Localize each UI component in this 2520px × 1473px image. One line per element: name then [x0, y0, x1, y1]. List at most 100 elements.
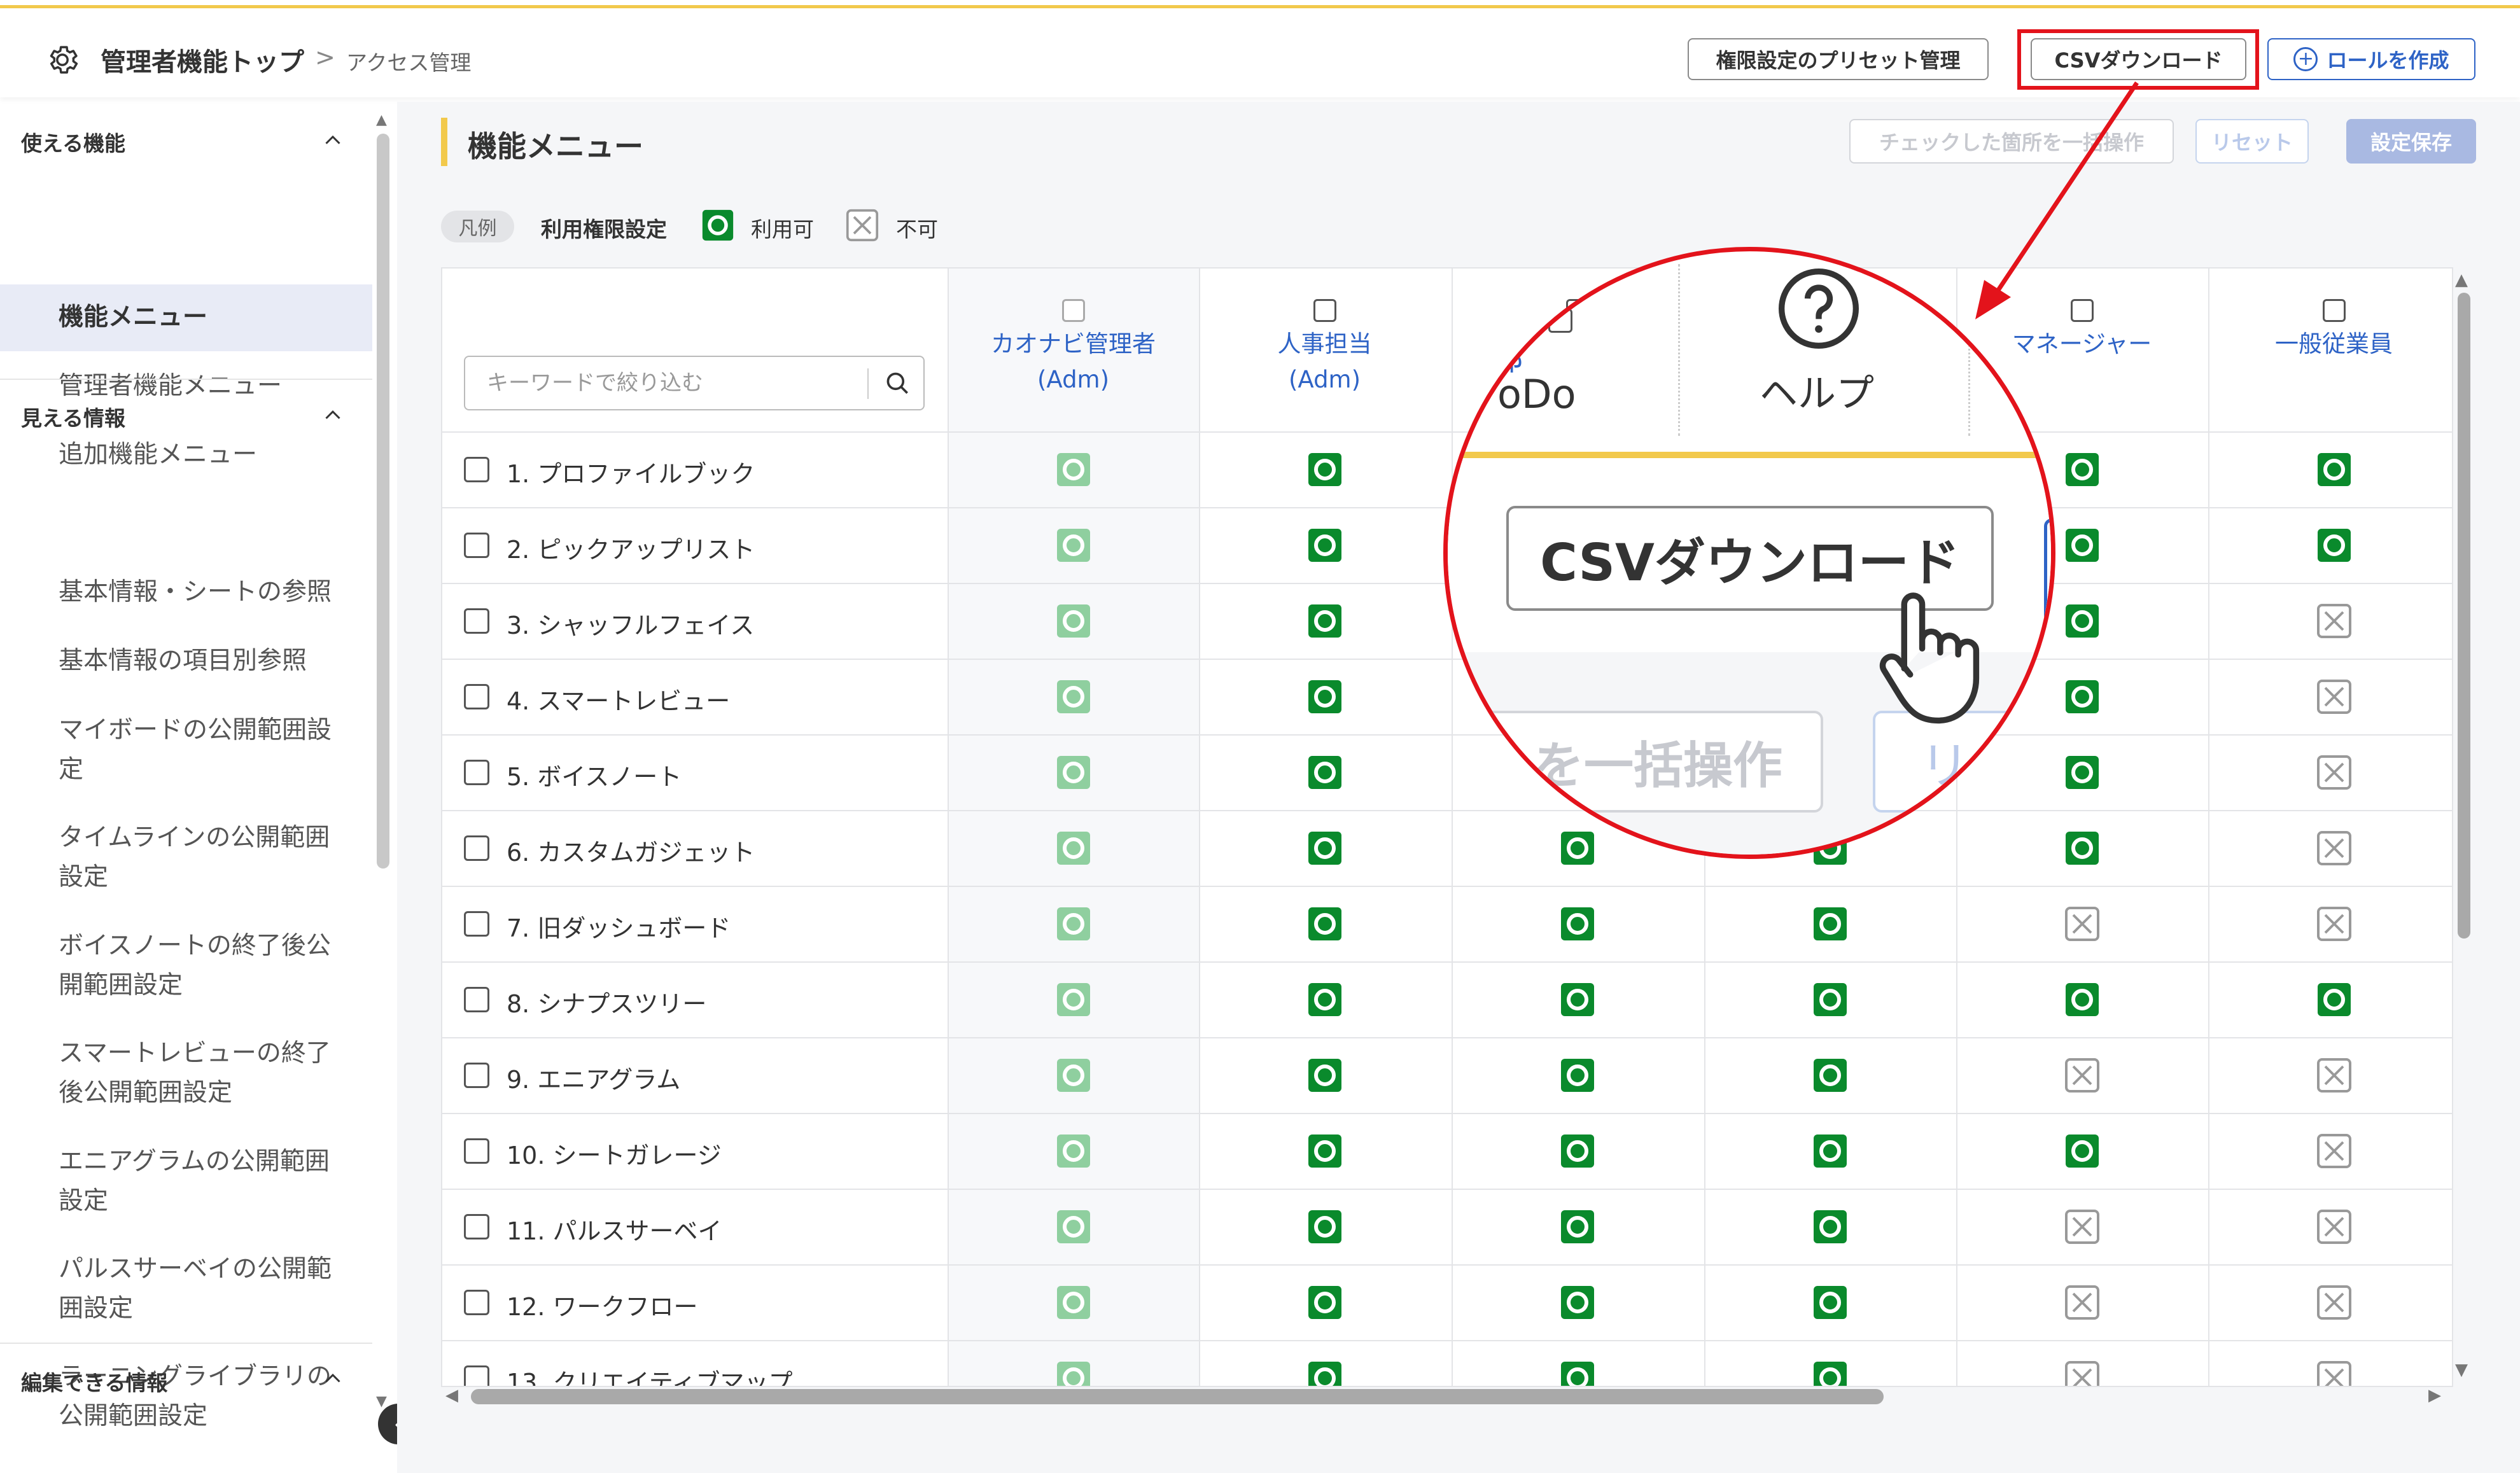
permission-ok-icon[interactable]: [1560, 1209, 1595, 1245]
sidebar-item-pulsesurvey[interactable]: パルスサーベイの公開範囲設定: [59, 1250, 351, 1329]
sidebar-item-function-menu[interactable]: 機能メニュー: [59, 298, 351, 337]
sidebar-item-basic-info[interactable]: 基本情報・シートの参照: [59, 573, 351, 612]
permission-ng-icon[interactable]: [2064, 1058, 2100, 1093]
table-scroll-right-icon[interactable]: ▶: [2428, 1386, 2441, 1405]
chevron-up-icon[interactable]: [321, 1367, 344, 1390]
column-select-checkbox[interactable]: [2070, 299, 2094, 322]
permission-ng-icon[interactable]: [2316, 1285, 2352, 1320]
permission-ok-icon[interactable]: [1560, 982, 1595, 1017]
permission-ok-icon[interactable]: [1307, 679, 1343, 715]
sidebar-scroll-up-icon[interactable]: ▲: [376, 112, 387, 128]
row-select-checkbox[interactable]: [464, 1063, 489, 1088]
row-select-checkbox[interactable]: [464, 760, 489, 785]
permission-ok-icon[interactable]: [1056, 830, 1091, 866]
table-horizontal-scrollbar[interactable]: [471, 1389, 1884, 1404]
sidebar-item-voicenote[interactable]: ボイスノートの終了後公開範囲設定: [59, 926, 351, 1005]
permission-ng-icon[interactable]: [2316, 830, 2352, 866]
sidebar-item-smartreview[interactable]: スマートレビューの終了後公開範囲設定: [59, 1034, 351, 1113]
permission-ok-icon[interactable]: [1812, 906, 1848, 942]
sidebar-item-admin-menu[interactable]: 管理者機能メニュー: [59, 367, 351, 406]
column-select-checkbox[interactable]: [2322, 299, 2346, 322]
permission-ok-icon[interactable]: [2316, 452, 2352, 487]
permission-ok-icon[interactable]: [1056, 1360, 1091, 1387]
permission-ng-icon[interactable]: [2316, 603, 2352, 639]
permission-ng-icon[interactable]: [2316, 755, 2352, 790]
column-header-name[interactable]: マネージャー: [1956, 327, 2208, 361]
permission-ok-icon[interactable]: [1056, 982, 1091, 1017]
permission-ng-icon[interactable]: [2316, 679, 2352, 715]
permission-ok-icon[interactable]: [1812, 1209, 1848, 1245]
permission-ok-icon[interactable]: [1056, 679, 1091, 715]
permission-ok-icon[interactable]: [1812, 1058, 1848, 1093]
permission-ok-icon[interactable]: [2316, 527, 2352, 563]
row-select-checkbox[interactable]: [464, 911, 489, 937]
gear-icon[interactable]: [45, 42, 80, 78]
sidebar-scrollbar[interactable]: [377, 134, 389, 869]
permission-ok-icon[interactable]: [1056, 755, 1091, 790]
permission-ok-icon[interactable]: [1307, 1285, 1343, 1320]
permission-ok-icon[interactable]: [1560, 906, 1595, 942]
table-scroll-left-icon[interactable]: ◀: [445, 1386, 458, 1405]
permission-ok-icon[interactable]: [1056, 527, 1091, 563]
permission-ok-icon[interactable]: [2064, 1133, 2100, 1169]
permission-ok-icon[interactable]: [2064, 982, 2100, 1017]
permission-ok-icon[interactable]: [1307, 1058, 1343, 1093]
row-select-checkbox[interactable]: [464, 1138, 489, 1164]
permission-ok-icon[interactable]: [1307, 1133, 1343, 1169]
chevron-up-icon[interactable]: [321, 404, 344, 427]
permission-ok-icon[interactable]: [2064, 452, 2100, 487]
permission-ok-icon[interactable]: [2064, 755, 2100, 790]
sidebar-section-title[interactable]: 編集できる情報: [21, 1366, 167, 1397]
sidebar-scroll-down-icon[interactable]: ▼: [376, 1393, 387, 1409]
permission-ok-icon[interactable]: [1560, 1285, 1595, 1320]
sidebar-item-field-ref[interactable]: 基本情報の項目別参照: [59, 641, 351, 681]
permission-ok-icon[interactable]: [2064, 679, 2100, 715]
permission-ng-icon[interactable]: [2064, 1209, 2100, 1245]
permission-ok-icon[interactable]: [1560, 1133, 1595, 1169]
permission-ok-icon[interactable]: [1307, 982, 1343, 1017]
row-select-checkbox[interactable]: [464, 533, 489, 558]
permission-ok-icon[interactable]: [1056, 1285, 1091, 1320]
permission-ok-icon[interactable]: [1307, 452, 1343, 487]
permission-ok-icon[interactable]: [1307, 1209, 1343, 1245]
sidebar-section-title[interactable]: 見える情報: [21, 401, 125, 432]
permission-ok-icon[interactable]: [1056, 1133, 1091, 1169]
row-select-checkbox[interactable]: [464, 684, 489, 709]
column-select-checkbox[interactable]: [1313, 299, 1336, 322]
permission-ok-icon[interactable]: [2316, 982, 2352, 1017]
permission-ok-icon[interactable]: [1307, 830, 1343, 866]
row-select-checkbox[interactable]: [464, 987, 489, 1012]
permission-ok-icon[interactable]: [2064, 830, 2100, 866]
create-role-button[interactable]: + ロールを作成: [2267, 38, 2475, 80]
column-header-name[interactable]: カオナビ管理者: [948, 327, 1199, 361]
chevron-up-icon[interactable]: [321, 129, 344, 152]
sidebar-section-title[interactable]: 使える機能: [21, 127, 125, 157]
permission-ok-icon[interactable]: [1056, 1209, 1091, 1245]
column-header-name[interactable]: 一般従業員: [2208, 327, 2452, 361]
permission-ok-icon[interactable]: [2064, 603, 2100, 639]
preset-management-button[interactable]: 権限設定のプリセット管理: [1688, 38, 1989, 80]
table-scroll-down-icon[interactable]: ▼: [2455, 1360, 2468, 1379]
permission-ng-icon[interactable]: [2064, 1285, 2100, 1320]
permission-ok-icon[interactable]: [1560, 1058, 1595, 1093]
reset-button[interactable]: リセット: [2195, 119, 2309, 164]
permission-ok-icon[interactable]: [1307, 527, 1343, 563]
column-header-name[interactable]: 人事担当: [1199, 327, 1450, 361]
search-icon[interactable]: [884, 370, 912, 398]
permission-ok-icon[interactable]: [1560, 1360, 1595, 1387]
sidebar-item-myboard[interactable]: マイボードの公開範囲設定: [59, 711, 351, 790]
sidebar-item-enneagram[interactable]: エニアグラムの公開範囲設定: [59, 1142, 351, 1221]
table-vertical-scrollbar[interactable]: [2458, 293, 2470, 939]
breadcrumb-top[interactable]: 管理者機能トップ: [101, 41, 304, 78]
row-select-checkbox[interactable]: [464, 457, 489, 482]
permission-ng-icon[interactable]: [2316, 1360, 2352, 1387]
sidebar-item-extra-menu[interactable]: 追加機能メニュー: [59, 435, 351, 475]
permission-ok-icon[interactable]: [1056, 452, 1091, 487]
permission-ng-icon[interactable]: [2064, 1360, 2100, 1387]
permission-ok-icon[interactable]: [1812, 982, 1848, 1017]
row-select-checkbox[interactable]: [464, 1365, 489, 1386]
permission-ok-icon[interactable]: [1056, 906, 1091, 942]
permission-ok-icon[interactable]: [1056, 1058, 1091, 1093]
row-select-checkbox[interactable]: [464, 835, 489, 861]
save-settings-button[interactable]: 設定保存: [2346, 119, 2476, 164]
